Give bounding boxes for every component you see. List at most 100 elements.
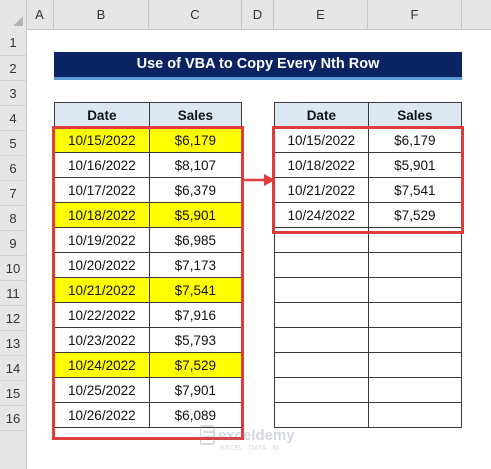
date-cell[interactable]: 10/21/2022 bbox=[54, 277, 150, 303]
watermark-name: exceldemy bbox=[218, 427, 295, 444]
row-header[interactable]: 5 bbox=[0, 131, 26, 156]
result-table: Date Sales 10/15/2022 $6,179 10/18/2022 $5,… bbox=[274, 102, 463, 428]
sales-cell[interactable] bbox=[367, 252, 463, 278]
sales-cell[interactable] bbox=[367, 402, 463, 428]
column-header-f[interactable]: F bbox=[368, 0, 462, 29]
date-cell[interactable]: 10/18/2022 bbox=[54, 202, 150, 228]
row-header[interactable]: 9 bbox=[0, 231, 26, 256]
row-header[interactable]: 1 bbox=[0, 29, 26, 56]
column-header-c[interactable]: C bbox=[149, 0, 242, 29]
sales-cell[interactable]: $5,901 bbox=[148, 202, 243, 228]
sheet-title-banner[interactable]: Use of VBA to Copy Every Nth Row bbox=[54, 52, 462, 80]
sales-cell[interactable] bbox=[367, 327, 463, 353]
row-header[interactable]: 12 bbox=[0, 306, 26, 331]
date-cell[interactable] bbox=[274, 327, 369, 353]
date-cell[interactable]: 10/21/2022 bbox=[274, 177, 369, 203]
sales-cell[interactable] bbox=[367, 277, 463, 303]
date-cell[interactable]: 10/20/2022 bbox=[54, 252, 150, 278]
date-cell[interactable]: 10/16/2022 bbox=[54, 152, 150, 178]
row-header[interactable]: 3 bbox=[0, 81, 26, 106]
sales-cell[interactable]: $7,529 bbox=[367, 202, 463, 228]
table-header-row: Date Sales bbox=[274, 102, 463, 128]
spreadsheet: A B C D E F 1 2 3 4 5 6 7 8 9 10 11 12 1… bbox=[0, 0, 491, 469]
date-cell[interactable]: 10/19/2022 bbox=[54, 227, 150, 253]
sales-cell[interactable]: $7,901 bbox=[148, 377, 243, 403]
date-cell[interactable] bbox=[274, 377, 369, 403]
arrow-right-icon bbox=[242, 174, 275, 186]
sales-cell[interactable]: $6,179 bbox=[367, 127, 463, 153]
row-header[interactable]: 15 bbox=[0, 381, 26, 406]
table-row bbox=[274, 227, 463, 253]
column-header-e[interactable]: E bbox=[274, 0, 368, 29]
source-table: Date Sales 10/15/2022 $6,179 10/16/2022 $8,… bbox=[54, 102, 243, 428]
sales-cell[interactable] bbox=[367, 352, 463, 378]
table-row: 10/20/2022 $7,173 bbox=[54, 252, 243, 278]
row-header-bar: 1 2 3 4 5 6 7 8 9 10 11 12 13 14 15 16 bbox=[0, 29, 27, 469]
date-cell[interactable]: 10/26/2022 bbox=[54, 402, 150, 428]
row-header[interactable]: 13 bbox=[0, 331, 26, 356]
date-cell[interactable]: 10/23/2022 bbox=[54, 327, 150, 353]
sales-cell[interactable] bbox=[367, 227, 463, 253]
table-header-row: Date Sales bbox=[54, 102, 243, 128]
table-row: 10/18/2022 $5,901 bbox=[274, 152, 463, 178]
column-header-a[interactable]: A bbox=[26, 0, 54, 29]
table-row: 10/23/2022 $5,793 bbox=[54, 327, 243, 353]
table-row: 10/15/2022 $6,179 bbox=[274, 127, 463, 153]
date-column-header[interactable]: Date bbox=[54, 102, 150, 128]
row-header[interactable]: 10 bbox=[0, 256, 26, 281]
column-header-bar: A B C D E F bbox=[0, 0, 491, 30]
sales-cell[interactable]: $7,173 bbox=[148, 252, 243, 278]
select-all-corner[interactable] bbox=[0, 0, 27, 29]
sales-cell[interactable]: $5,793 bbox=[148, 327, 243, 353]
row-header[interactable]: 11 bbox=[0, 281, 26, 306]
sales-cell[interactable]: $6,985 bbox=[148, 227, 243, 253]
date-cell[interactable] bbox=[274, 252, 369, 278]
date-cell[interactable]: 10/15/2022 bbox=[54, 127, 150, 153]
date-cell[interactable] bbox=[274, 227, 369, 253]
sales-cell[interactable]: $7,916 bbox=[148, 302, 243, 328]
row-header[interactable]: 16 bbox=[0, 406, 26, 431]
table-row: 10/16/2022 $8,107 bbox=[54, 152, 243, 178]
row-header[interactable]: 2 bbox=[0, 56, 26, 81]
date-cell[interactable] bbox=[274, 352, 369, 378]
table-row: 10/19/2022 $6,985 bbox=[54, 227, 243, 253]
sales-cell[interactable]: $7,541 bbox=[148, 277, 243, 303]
table-row: 10/24/2022 $7,529 bbox=[274, 202, 463, 228]
sales-cell[interactable] bbox=[367, 377, 463, 403]
sales-cell[interactable]: $5,901 bbox=[367, 152, 463, 178]
date-cell[interactable]: 10/24/2022 bbox=[54, 352, 150, 378]
table-row: 10/22/2022 $7,916 bbox=[54, 302, 243, 328]
table-row: 10/21/2022 $7,541 bbox=[274, 177, 463, 203]
date-cell[interactable] bbox=[274, 277, 369, 303]
table-row: 10/17/2022 $6,379 bbox=[54, 177, 243, 203]
sales-column-header[interactable]: Sales bbox=[148, 102, 243, 128]
row-header[interactable]: 7 bbox=[0, 181, 26, 206]
date-cell[interactable]: 10/22/2022 bbox=[54, 302, 150, 328]
row-header[interactable]: 6 bbox=[0, 156, 26, 181]
sales-cell[interactable]: $6,379 bbox=[148, 177, 243, 203]
column-header-b[interactable]: B bbox=[54, 0, 149, 29]
table-row bbox=[274, 277, 463, 303]
row-header[interactable]: 4 bbox=[0, 106, 26, 131]
table-row: 10/24/2022 $7,529 bbox=[54, 352, 243, 378]
date-cell[interactable]: 10/18/2022 bbox=[274, 152, 369, 178]
date-column-header[interactable]: Date bbox=[274, 102, 369, 128]
date-cell[interactable]: 10/25/2022 bbox=[54, 377, 150, 403]
sales-cell[interactable] bbox=[367, 302, 463, 328]
sales-cell[interactable]: $8,107 bbox=[148, 152, 243, 178]
sales-cell[interactable]: $7,541 bbox=[367, 177, 463, 203]
table-row: 10/18/2022 $5,901 bbox=[54, 202, 243, 228]
exceldemy-logo-watermark: exceldemy EXCEL · DATA · BI bbox=[200, 425, 295, 452]
sales-cell[interactable]: $6,179 bbox=[148, 127, 243, 153]
date-cell[interactable]: 10/24/2022 bbox=[274, 202, 369, 228]
column-header-d[interactable]: D bbox=[242, 0, 274, 29]
table-row: 10/21/2022 $7,541 bbox=[54, 277, 243, 303]
sales-cell[interactable]: $7,529 bbox=[148, 352, 243, 378]
row-header[interactable]: 14 bbox=[0, 356, 26, 381]
sales-column-header[interactable]: Sales bbox=[367, 102, 463, 128]
date-cell[interactable] bbox=[274, 302, 369, 328]
table-row bbox=[274, 352, 463, 378]
row-header[interactable]: 8 bbox=[0, 206, 26, 231]
date-cell[interactable]: 10/17/2022 bbox=[54, 177, 150, 203]
date-cell[interactable]: 10/15/2022 bbox=[274, 127, 369, 153]
